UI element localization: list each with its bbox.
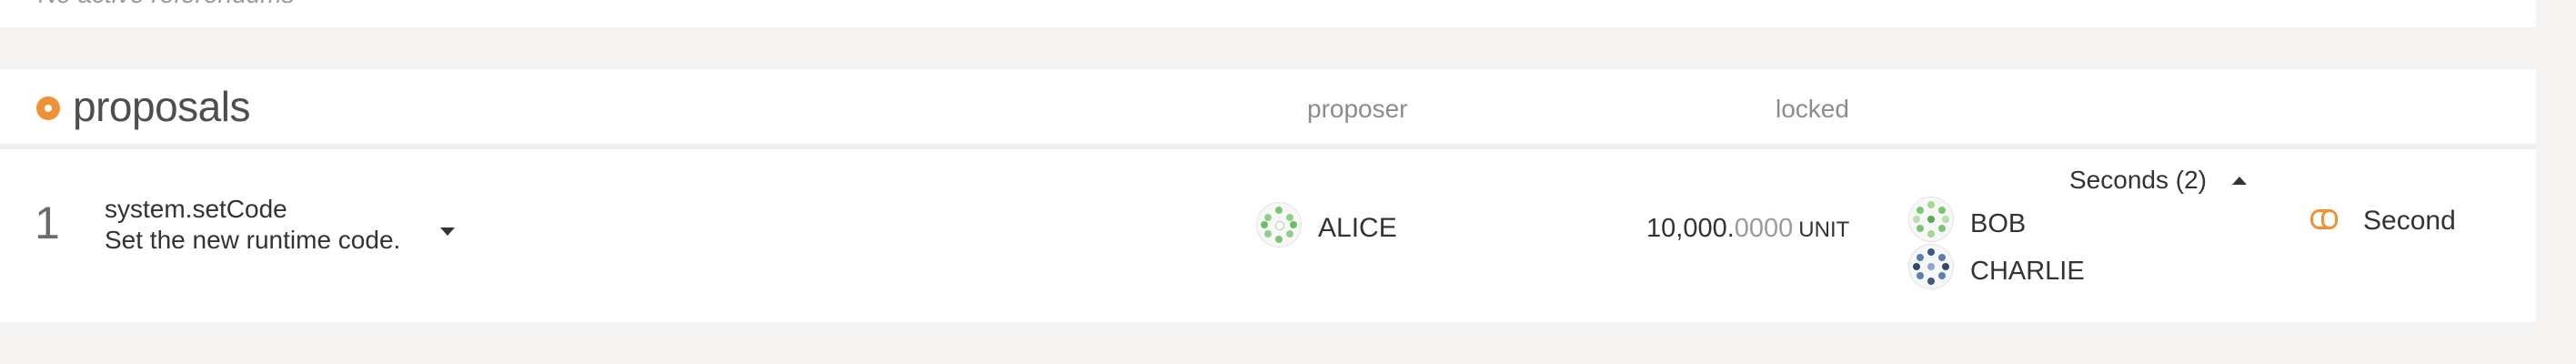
proposal-index: 1 bbox=[35, 197, 60, 248]
charlie-identicon[interactable] bbox=[1908, 244, 1954, 289]
referenda-card: No active referendums bbox=[0, 0, 2536, 27]
seconds-toggle[interactable]: Seconds (2) bbox=[2069, 166, 2207, 195]
no-referenda-text: No active referendums bbox=[38, 0, 295, 9]
proposal-description: Set the new runtime code. bbox=[105, 226, 401, 254]
proposer-column-header: proposer bbox=[1307, 95, 1408, 123]
link-icon bbox=[2310, 209, 2338, 229]
dot-icon bbox=[36, 96, 60, 120]
locked-integer: 10,000. bbox=[1646, 214, 1735, 243]
locked-decimals: 0000 bbox=[1734, 214, 1794, 243]
chevron-down-icon[interactable] bbox=[440, 228, 455, 236]
second-button[interactable]: Second bbox=[2310, 197, 2474, 248]
locked-unit: UNIT bbox=[1798, 217, 1850, 242]
chevron-up-icon[interactable] bbox=[2232, 177, 2247, 185]
scrollbar-gutter[interactable] bbox=[2538, 0, 2576, 364]
seconder-name[interactable]: CHARLIE bbox=[1970, 257, 2085, 287]
proposal-call: system.setCode bbox=[105, 195, 287, 223]
locked-amount: 10,000.0000 UNIT bbox=[1646, 214, 1849, 244]
proposals-card: proposals proposer locked 1 system.setCo… bbox=[0, 69, 2536, 322]
proposals-header: proposals proposer locked bbox=[0, 69, 2536, 149]
seconder-name[interactable]: BOB bbox=[1970, 209, 2026, 239]
alice-identicon[interactable] bbox=[1256, 202, 1302, 248]
proposer-name[interactable]: ALICE bbox=[1318, 213, 1397, 244]
locked-column-header: locked bbox=[1776, 95, 1849, 123]
section-title: proposals bbox=[73, 83, 250, 130]
proposal-row: 1 system.setCode Set the new runtime cod… bbox=[0, 149, 2536, 322]
bob-identicon[interactable] bbox=[1908, 197, 1954, 242]
second-button-label: Second bbox=[2363, 206, 2456, 236]
